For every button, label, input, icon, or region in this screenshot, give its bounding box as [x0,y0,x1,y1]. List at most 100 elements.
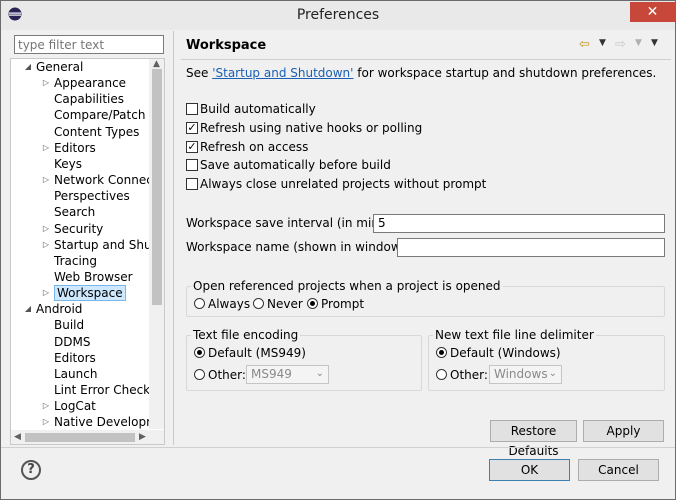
collapsed-chevron-icon[interactable]: ▷ [41,288,51,298]
tree-item-lint-error-checking[interactable]: Lint Error Checking [11,382,164,398]
tree-item-native-developmen[interactable]: ▷ Native Developmen [11,414,164,430]
collapsed-chevron-icon[interactable]: ▷ [41,78,51,88]
tree-item-label: Launch [54,366,98,381]
expanded-chevron-icon[interactable]: ◢ [23,62,33,72]
tree-item-editors[interactable]: Editors [11,350,149,366]
tree-vertical-scroll-thumb[interactable] [152,69,162,305]
tree-item-editors[interactable]: ▷ Editors [11,140,149,156]
checked-checkbox[interactable]: ✓ [186,122,198,134]
tree-horizontal-scrollbar[interactable]: ◀ ▶ [11,430,164,444]
tree-item-label: Web Browser [54,269,133,284]
tree-item-label: Capabilities [54,92,124,107]
delimiter-combo-value: Windows [494,367,548,381]
title-bar: Preferences ✕ [1,1,675,30]
line-delimiter-title: New text file line delimiter [433,328,596,342]
tree-item-general[interactable]: ◢ General [11,59,149,75]
description-suffix: for workspace startup and shutdown prefe… [353,66,657,80]
text-file-encoding-title: Text file encoding [191,328,301,342]
always-radio[interactable] [194,298,205,309]
back-menu-chevron-icon[interactable]: ▼ [599,38,606,48]
restore-defaults-button[interactable]: Restore Defaults [490,420,577,458]
tree-item-appearance[interactable]: ▷ Appearance [11,75,149,91]
tree-item-web-browser[interactable]: Web Browser [11,269,149,285]
workspace-name-field[interactable] [397,238,665,257]
unchecked-checkbox[interactable] [186,178,198,190]
window-title: Preferences [296,7,380,23]
header-separator [181,59,671,60]
always-label: Always [208,297,251,311]
unchecked-checkbox[interactable] [186,103,198,115]
checkbox-label: Refresh on access [200,140,309,154]
collapsed-chevron-icon[interactable]: ▷ [41,401,51,411]
encoding-other-radio[interactable] [194,369,205,380]
encoding-combo-value: MS949 [251,367,292,381]
back-arrow-icon[interactable]: ⇦ [579,37,590,52]
tree-item-search[interactable]: Search [11,204,149,220]
collapsed-chevron-icon[interactable]: ▷ [41,240,51,250]
encoding-combo[interactable]: MS949 ⌄ [246,365,329,384]
tree-item-launch[interactable]: Launch [11,366,149,382]
description-prefix: See [186,66,213,80]
collapsed-chevron-icon[interactable]: ▷ [41,175,51,185]
tree-item-perspectives[interactable]: Perspectives [11,188,149,204]
ok-button[interactable]: OK [489,459,570,481]
checkbox-label: Save automatically before build [200,158,391,172]
startup-shutdown-link[interactable]: 'Startup and Shutdown' [212,66,353,80]
view-menu-icon[interactable]: ▼ [651,38,658,48]
filter-input[interactable] [14,35,164,54]
tree-vertical-scrollbar[interactable]: ▲ [149,59,164,429]
cancel-button[interactable]: Cancel [578,459,659,481]
tree-item-label: Tracing [54,253,98,268]
tree-item-tracing[interactable]: Tracing [11,253,149,269]
open-referenced-projects-title: Open referenced projects when a project … [191,279,503,293]
apply-button[interactable]: Apply [583,420,664,442]
tree-item-workspace[interactable]: ▷ Workspace [11,285,149,302]
chevron-down-icon: ⌄ [548,368,557,379]
save-interval-field[interactable]: 5 [373,214,665,233]
preferences-window: Preferences ✕ ◢General▷AppearanceCapabil… [0,0,676,500]
prompt-label: Prompt [321,297,365,311]
delimiter-other-radio[interactable] [436,369,447,380]
checkbox-label: Always close unrelated projects without … [200,177,487,191]
scroll-right-icon[interactable]: ▶ [139,432,146,442]
expanded-chevron-icon[interactable]: ◢ [23,304,33,314]
prompt-radio[interactable] [307,298,318,309]
help-icon[interactable]: ? [21,460,41,480]
forward-menu-chevron-icon[interactable]: ▼ [635,38,642,48]
scroll-left-icon[interactable]: ◀ [14,432,21,442]
footer-separator [1,447,675,448]
tree-item-android[interactable]: ◢ Android [11,301,149,317]
preference-tree: ◢ General ▷ Appearance Capabilities Compare/P… [10,58,165,445]
unchecked-checkbox[interactable] [186,159,198,171]
tree-item-label: Keys [54,156,83,171]
checked-checkbox[interactable]: ✓ [186,141,198,153]
delimiter-default-label: Default (Windows) [450,346,561,360]
tree-item-security[interactable]: ▷ Security [11,221,149,237]
pane-divider[interactable] [173,31,174,445]
tree-item-startup-and-shutdo[interactable]: ▷ Startup and Shutdo [11,237,164,253]
checkbox-label: Build automatically [200,102,316,116]
delimiter-other-label: Other: [450,368,488,382]
tree-item-keys[interactable]: Keys [11,156,149,172]
never-label: Never [267,297,303,311]
never-radio[interactable] [253,298,264,309]
collapsed-chevron-icon[interactable]: ▷ [41,417,51,427]
encoding-default-radio[interactable] [194,347,205,358]
scroll-up-icon[interactable]: ▲ [153,59,160,69]
collapsed-chevron-icon[interactable]: ▷ [41,224,51,234]
tree-item-ddms[interactable]: DDMS [11,334,149,350]
delimiter-combo[interactable]: Windows ⌄ [489,365,562,384]
tree-item-content-types[interactable]: Content Types [11,124,149,140]
tree-item-network-connectio[interactable]: ▷ Network Connectio [11,172,164,188]
page-title: Workspace [186,38,267,53]
tree-item-logcat[interactable]: ▷ LogCat [11,398,149,414]
collapsed-chevron-icon[interactable]: ▷ [41,143,51,153]
tree-item-label: General [36,60,84,74]
tree-item-build[interactable]: Build [11,317,149,333]
forward-arrow-icon[interactable]: ⇨ [615,37,626,52]
tree-item-compare-patch[interactable]: Compare/Patch [11,107,149,123]
delimiter-default-radio[interactable] [436,347,447,358]
close-button[interactable]: ✕ [630,2,675,22]
tree-horizontal-scroll-thumb[interactable] [25,433,135,442]
tree-item-capabilities[interactable]: Capabilities [11,91,149,107]
